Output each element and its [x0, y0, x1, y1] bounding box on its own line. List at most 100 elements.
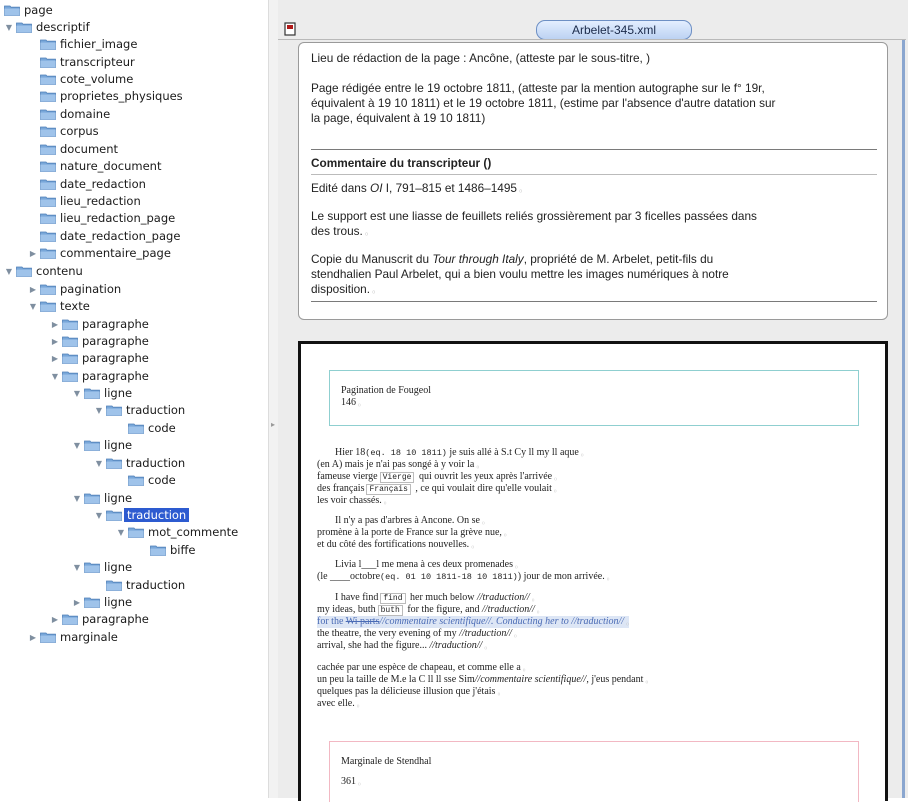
disclosure-expanded-icon[interactable]: ▼ [72, 562, 82, 572]
selected-text-line[interactable]: for the Wi parts//commentaire scientifiq… [317, 616, 629, 628]
text-line[interactable]: Livia l___l me mena à ces deux promenade… [317, 559, 518, 571]
disclosure-expanded-icon[interactable]: ▼ [94, 405, 104, 415]
tree-node-code[interactable]: code [116, 419, 176, 437]
tree-node-code[interactable]: code [116, 471, 176, 489]
folder-icon [150, 545, 166, 556]
marginale-box[interactable]: Marginale de Stendhal 361 ₀ [329, 741, 859, 802]
separator [311, 301, 877, 302]
tree-node-traduction[interactable]: ▼ traduction [94, 401, 185, 419]
text-line[interactable]: the theatre, the very evening of my //tr… [317, 628, 517, 640]
tree-node-mot-commente[interactable]: ▼ mot_commente [116, 523, 238, 541]
tree-node-biffe[interactable]: biffe [138, 541, 196, 559]
splitter-grip-icon[interactable]: ▸ [271, 420, 275, 429]
edite-text: Edité dans OI I, 791–815 et 1486–1495 ₀ [311, 181, 523, 195]
document-icon[interactable] [284, 22, 296, 36]
disclosure-empty [28, 39, 38, 49]
disclosure-collapsed-icon[interactable]: ▶ [72, 597, 82, 607]
disclosure-expanded-icon[interactable]: ▼ [72, 440, 82, 450]
tree-node-label: code [148, 473, 176, 487]
tree-node-traduction[interactable]: traduction [94, 576, 185, 594]
tree-node-cote-volume[interactable]: cote_volume [28, 70, 133, 88]
tree-node-traduction[interactable]: ▼ traduction [94, 454, 185, 472]
disclosure-expanded-icon[interactable]: ▼ [72, 493, 82, 503]
tree-node-paragraphe[interactable]: ▼ paragraphe [50, 367, 149, 385]
tree-node-paragraphe[interactable]: ▶ paragraphe [50, 349, 149, 367]
tree-node-traduction[interactable]: ▼ traduction [94, 506, 190, 524]
text-line[interactable]: cachée par une espèce de chapeau, et com… [317, 662, 526, 674]
disclosure-expanded-icon[interactable]: ▼ [94, 510, 104, 520]
tree-node-ligne[interactable]: ▼ ligne [72, 558, 132, 576]
editor-pane: Arbelet-345.xml Lieu de rédaction de la … [278, 0, 908, 802]
folder-icon [84, 562, 100, 573]
tree-node-proprietes-physiques[interactable]: proprietes_physiques [28, 87, 183, 105]
tree-node-ligne[interactable]: ▼ ligne [72, 489, 132, 507]
text-line[interactable]: quelques pas la délicieuse illusion que … [317, 686, 500, 698]
tree-node-corpus[interactable]: corpus [28, 122, 99, 140]
tree-node-document[interactable]: document [28, 140, 118, 158]
date-line-2: équivalent à 19 10 1811) et le 19 octobr… [311, 96, 776, 110]
tree-node-page[interactable]: page [0, 1, 53, 19]
tree-node-label: texte [60, 299, 90, 313]
disclosure-expanded-icon[interactable]: ▼ [94, 458, 104, 468]
tree-node-contenu[interactable]: ▼ contenu [4, 262, 83, 280]
tree-node-ligne[interactable]: ▼ ligne [72, 384, 132, 402]
folder-icon [106, 580, 122, 591]
date-redaction-text: Page rédigée entre le 19 octobre 1811, (… [311, 81, 881, 126]
tree-node-label: document [60, 142, 119, 156]
tree-node-lieu-redaction-page[interactable]: lieu_redaction_page [28, 209, 175, 227]
tree-node-pagination[interactable]: ▶ pagination [28, 280, 121, 298]
tree-node-fichier-image[interactable]: fichier_image [28, 35, 137, 53]
text-line[interactable]: un peu la taille de M.e la C ll ll sse S… [317, 674, 648, 686]
text-line[interactable]: (le ____octobre(eq. 01 10 1811-18 10 181… [317, 571, 610, 583]
disclosure-expanded-icon[interactable]: ▼ [50, 371, 60, 381]
separator [311, 174, 877, 175]
tree-node-label: cote_volume [60, 72, 134, 86]
disclosure-collapsed-icon[interactable]: ▶ [50, 319, 60, 329]
tree-node-paragraphe[interactable]: ▶ paragraphe [50, 332, 149, 350]
document-tab[interactable]: Arbelet-345.xml [536, 20, 692, 40]
tree-node-domaine[interactable]: domaine [28, 105, 110, 123]
text-line[interactable]: et du côté des fortifications nouvelles.… [317, 539, 474, 551]
text-line[interactable]: avec elle. ₀ [317, 698, 360, 710]
tree-node-date-redaction-page[interactable]: date_redaction_page [28, 227, 180, 245]
folder-icon [16, 22, 32, 33]
disclosure-collapsed-icon[interactable]: ▶ [28, 248, 38, 258]
disclosure-expanded-icon[interactable]: ▼ [72, 388, 82, 398]
transcription-page: Pagination de Fougeol 146 ₀ Hier 18(eq. 1… [298, 341, 888, 802]
text-line[interactable]: Il n'y a pas d'arbres à Ancone. On se ₀ [317, 515, 485, 527]
tree-node-paragraphe[interactable]: ▶ paragraphe [50, 610, 149, 628]
text-line[interactable]: promène à la porte de France sur la grèv… [317, 527, 507, 539]
tree-node-marginale[interactable]: ▶ marginale [28, 628, 118, 646]
disclosure-collapsed-icon[interactable]: ▶ [50, 614, 60, 624]
scroll-edge[interactable] [902, 40, 905, 798]
disclosure-expanded-icon[interactable]: ▼ [28, 301, 38, 311]
folder-icon [62, 371, 78, 382]
tree-node-nature-document[interactable]: nature_document [28, 157, 161, 175]
tree-node-texte[interactable]: ▼ texte [28, 297, 90, 315]
disclosure-expanded-icon[interactable]: ▼ [116, 527, 126, 537]
disclosure-empty [0, 5, 2, 15]
tree-node-paragraphe[interactable]: ▶ paragraphe [50, 315, 149, 333]
tree-node-ligne[interactable]: ▼ ligne [72, 436, 132, 454]
folder-icon [84, 388, 100, 399]
tree-node-commentaire-page[interactable]: ▶ commentaire_page [28, 244, 171, 262]
text-line[interactable]: les voir chassés. ₀ [317, 495, 387, 507]
tree-node-descriptif[interactable]: ▼ descriptif [4, 18, 90, 36]
disclosure-collapsed-icon[interactable]: ▶ [28, 284, 38, 294]
tree-node-lieu-redaction[interactable]: lieu_redaction [28, 192, 141, 210]
disclosure-collapsed-icon[interactable]: ▶ [50, 353, 60, 363]
tree-node-date-redaction[interactable]: date_redaction [28, 175, 146, 193]
tree-node-ligne[interactable]: ▶ ligne [72, 593, 132, 611]
tree-node-transcripteur[interactable]: transcripteur [28, 53, 135, 71]
tree-node-label: page [24, 3, 53, 17]
text-line[interactable]: (en A) mais je n'ai pas songé à y voir l… [317, 459, 479, 471]
tree-node-label: commentaire_page [60, 246, 171, 260]
disclosure-collapsed-icon[interactable]: ▶ [50, 336, 60, 346]
text-line[interactable]: Hier 18(eq. 18 10 1811) je suis allé à S… [317, 447, 584, 459]
text-line[interactable]: arrival, she had the figure... //traduct… [317, 640, 487, 652]
disclosure-collapsed-icon[interactable]: ▶ [28, 632, 38, 642]
pagination-box[interactable]: Pagination de Fougeol 146 ₀ [329, 370, 859, 426]
disclosure-expanded-icon[interactable]: ▼ [4, 22, 14, 32]
folder-icon [40, 231, 56, 242]
disclosure-expanded-icon[interactable]: ▼ [4, 266, 14, 276]
